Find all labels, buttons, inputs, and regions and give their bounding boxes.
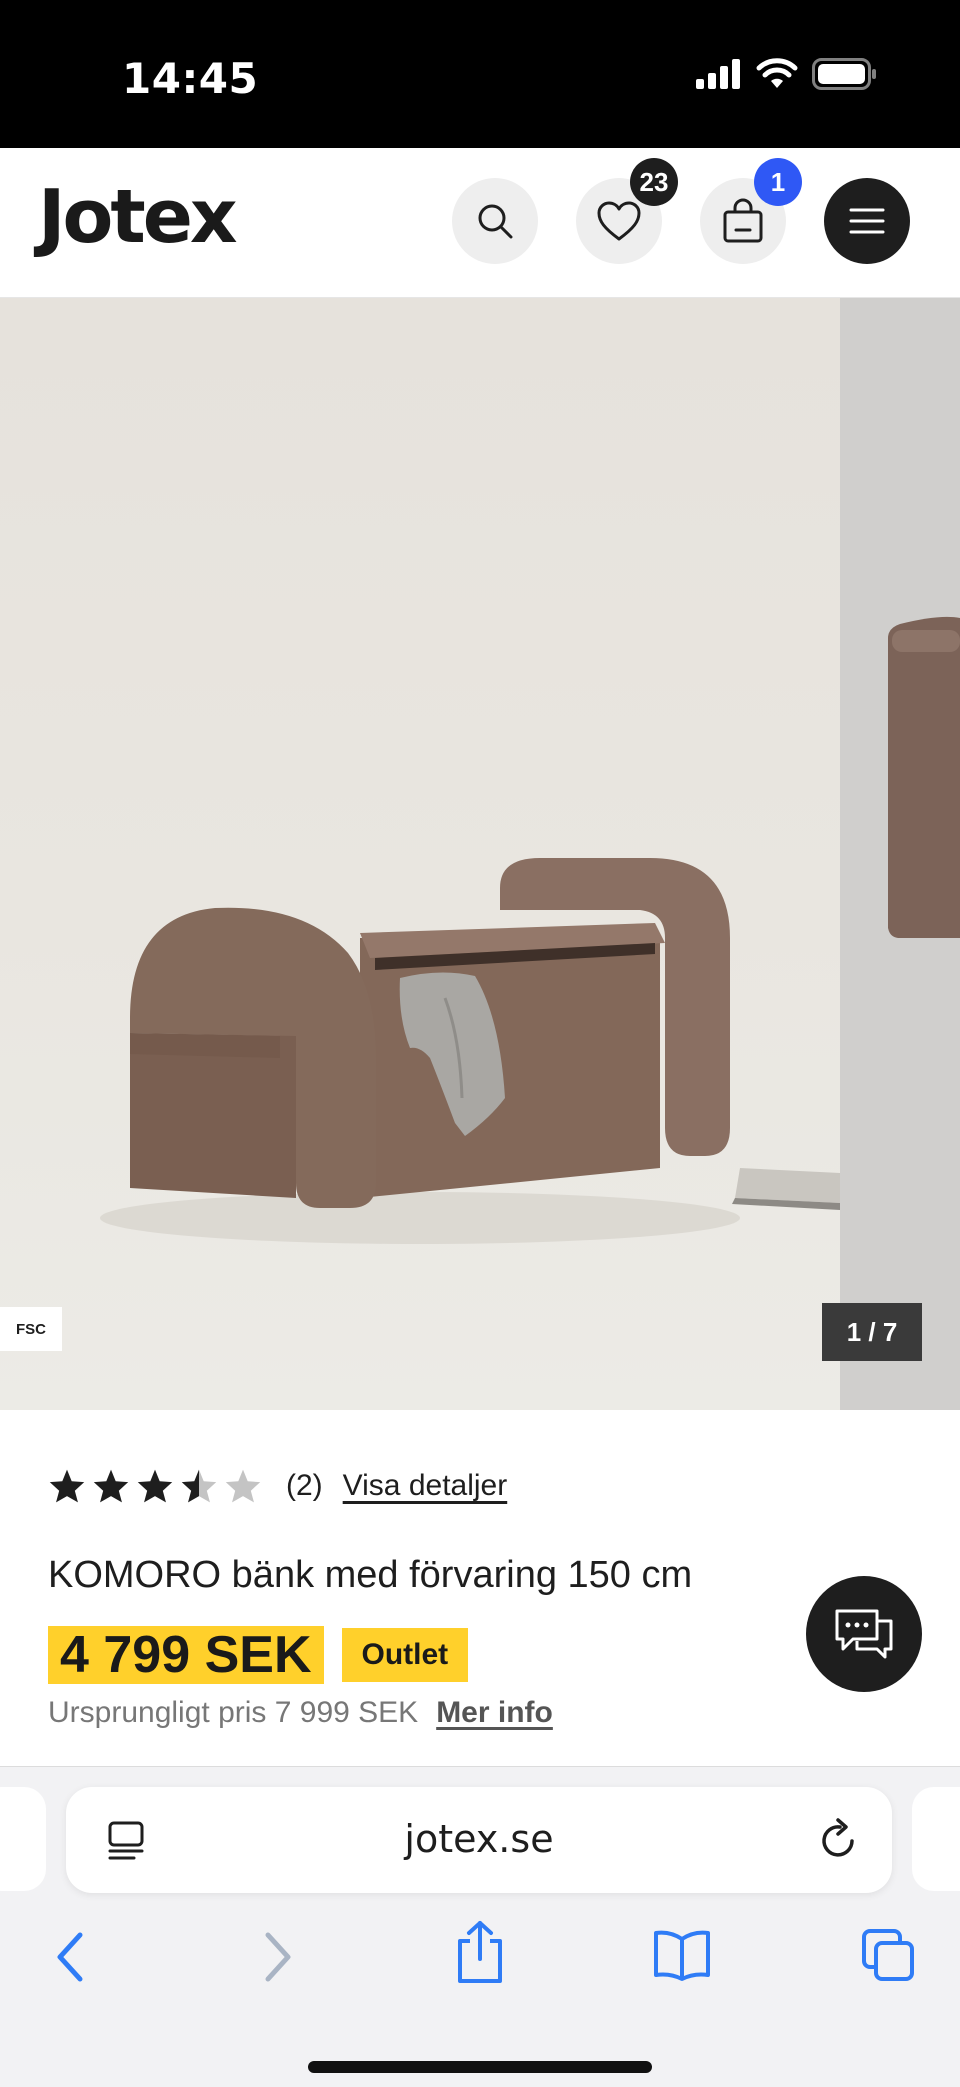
empty-star-icon [225, 1469, 261, 1503]
jotex-logo[interactable]: Jotex [38, 174, 238, 260]
review-count: (2) [286, 1469, 323, 1502]
product-title: KOMORO bänk med förvaring 150 cm [48, 1554, 693, 1596]
menu-button[interactable] [824, 178, 910, 264]
status-bar: 14:45 [0, 0, 960, 148]
star-icon [49, 1469, 85, 1503]
next-tab-peek[interactable] [912, 1787, 960, 1891]
wishlist-button[interactable]: 23 [576, 158, 678, 264]
forward-icon[interactable] [258, 1927, 298, 1987]
heart-icon [597, 201, 641, 241]
more-info-link[interactable]: Mer info [436, 1696, 553, 1730]
rating-stars [48, 1468, 262, 1504]
tabs-icon[interactable] [860, 1927, 916, 1983]
browser-toolbar: jotex.se [0, 1766, 960, 2087]
signal-icon [696, 59, 740, 89]
storage-bench-illustration [100, 858, 840, 1244]
product-image[interactable] [0, 298, 840, 1410]
bookmarks-icon[interactable] [652, 1927, 712, 1983]
next-product-image-peek[interactable] [840, 298, 960, 1410]
cart-button[interactable]: 1 [700, 158, 802, 264]
status-icons [696, 58, 878, 90]
wifi-icon [756, 58, 798, 88]
price-row: 4 799 SEK Outlet [48, 1626, 469, 1684]
outlet-badge: Outlet [341, 1628, 469, 1682]
original-price: Ursprungligt pris 7 999 SEK [48, 1696, 419, 1729]
wishlist-count-badge: 23 [630, 158, 678, 206]
share-icon[interactable] [454, 1919, 506, 1985]
url-text[interactable]: jotex.se [66, 1817, 892, 1861]
back-icon[interactable] [50, 1927, 90, 1987]
battery-icon [812, 58, 876, 90]
home-indicator [308, 2061, 652, 2073]
search-icon [478, 204, 513, 239]
shopping-bag-icon [723, 198, 763, 243]
address-bar[interactable]: jotex.se [66, 1787, 892, 1893]
reload-icon[interactable] [818, 1817, 860, 1861]
search-button[interactable] [452, 178, 538, 264]
hamburger-menu-icon [849, 208, 885, 234]
half-star-icon [181, 1469, 217, 1503]
product-gallery[interactable]: FSC 1 / 7 [0, 298, 960, 1410]
fsc-badge: FSC [0, 1307, 62, 1351]
chat-button[interactable] [806, 1576, 922, 1692]
chat-bubbles-icon [835, 1609, 893, 1659]
product-price: 4 799 SEK [48, 1626, 324, 1684]
original-price-row: Ursprungligt pris 7 999 SEK Mer info [48, 1696, 553, 1730]
site-header: Jotex 23 1 [0, 148, 960, 298]
image-counter: 1 / 7 [822, 1303, 922, 1361]
next-image-bench-edge [888, 616, 960, 938]
star-icon [93, 1469, 129, 1503]
previous-tab-peek[interactable] [0, 1787, 46, 1891]
status-time: 14:45 [122, 54, 259, 103]
view-details-link[interactable]: Visa detaljer [343, 1469, 508, 1503]
cart-count-badge: 1 [754, 158, 802, 206]
rating-row: (2) Visa detaljer [48, 1468, 507, 1504]
star-icon [137, 1469, 173, 1503]
